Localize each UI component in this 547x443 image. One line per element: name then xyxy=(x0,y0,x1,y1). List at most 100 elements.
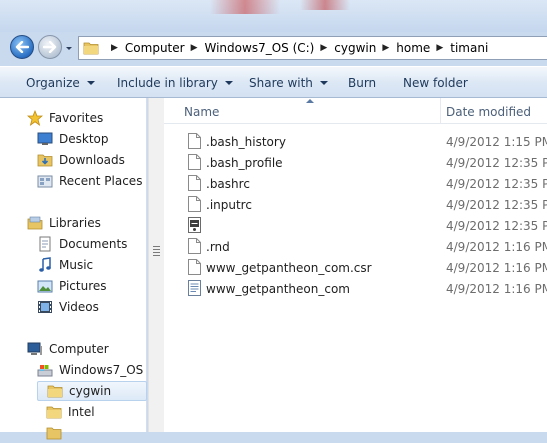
breadcrumb-timani[interactable]: timani xyxy=(450,41,488,55)
include-in-library-label: Include in library xyxy=(117,76,218,90)
pictures-icon xyxy=(37,278,53,294)
sidebar-item-label: Pictures xyxy=(59,279,107,293)
back-button[interactable] xyxy=(10,35,34,59)
sidebar-favorites[interactable]: Favorites xyxy=(27,108,103,128)
new-folder-button[interactable]: New folder xyxy=(403,76,468,90)
music-icon xyxy=(37,257,53,273)
burn-button[interactable]: Burn xyxy=(348,76,376,90)
file-date: 4/9/2012 1:16 PM xyxy=(446,261,547,275)
file-name: .bashrc xyxy=(206,177,250,191)
address-bar[interactable]: ▶ Computer ▶ Windows7_OS (C:) ▶ cygwin ▶… xyxy=(78,36,547,60)
file-date: 4/9/2012 12:35 PM xyxy=(446,177,547,191)
file-date: 4/9/2012 12:35 PM xyxy=(446,198,547,212)
file-name: .bash_profile xyxy=(206,156,283,170)
sidebar-item-recent-places[interactable]: Recent Places xyxy=(37,171,142,191)
sidebar-item-cygwin[interactable]: cygwin xyxy=(37,381,147,401)
computer-icon xyxy=(27,341,43,357)
file-row[interactable]: .bash_profile 4/9/2012 12:35 PM xyxy=(184,152,547,172)
file-icon xyxy=(188,175,201,191)
sidebar-item-pictures[interactable]: Pictures xyxy=(37,276,107,296)
sidebar-item-label: Intel xyxy=(68,405,95,419)
star-icon xyxy=(27,110,43,126)
share-with-label: Share with xyxy=(249,76,313,90)
folder-icon xyxy=(83,42,99,55)
sidebar-item-desktop[interactable]: Desktop xyxy=(37,129,109,149)
file-row[interactable]: .inputrc 4/9/2012 12:35 PM xyxy=(184,194,547,214)
file-row[interactable]: .bash_history 4/9/2012 1:15 PM xyxy=(184,131,547,151)
file-icon xyxy=(188,196,201,212)
column-divider[interactable] xyxy=(440,98,441,124)
forward-button[interactable] xyxy=(38,35,62,59)
file-name: .inputrc xyxy=(206,198,252,212)
chevron-right-icon[interactable]: ▶ xyxy=(111,43,118,53)
navigation-bar: ▶ Computer ▶ Windows7_OS (C:) ▶ cygwin ▶… xyxy=(0,32,547,64)
chevron-right-icon[interactable]: ▶ xyxy=(382,43,389,53)
file-row[interactable]: 4/9/2012 12:35 PM xyxy=(184,215,547,235)
file-date: 4/9/2012 1:16 PM xyxy=(446,282,547,296)
sidebar-item-music[interactable]: Music xyxy=(37,255,93,275)
sidebar-header-favorites: Favorites xyxy=(49,111,104,125)
sidebar-item-label: Music xyxy=(59,258,94,272)
forward-arrow-icon xyxy=(43,41,57,53)
chevron-right-icon[interactable]: ▶ xyxy=(191,43,198,53)
library-icon xyxy=(27,215,43,231)
sidebar-item-documents[interactable]: Documents xyxy=(37,234,127,254)
sidebar-item-label: Documents xyxy=(59,237,128,251)
sidebar-item-downloads[interactable]: Downloads xyxy=(37,150,125,170)
include-in-library-button[interactable]: Include in library xyxy=(117,76,233,90)
navigation-pane-scrollbar[interactable] xyxy=(148,98,164,432)
title-glow xyxy=(210,0,280,14)
title-glow xyxy=(300,0,350,10)
chevron-right-icon[interactable]: ▶ xyxy=(320,43,327,53)
sidebar-item-label: Recent Places xyxy=(59,174,143,188)
file-icon xyxy=(188,238,201,254)
breadcrumb-computer[interactable]: Computer xyxy=(125,41,185,55)
share-with-button[interactable]: Share with xyxy=(249,76,328,90)
chevron-down-icon xyxy=(86,80,95,85)
file-row[interactable]: www_getpantheon_com.csr 4/9/2012 1:16 PM xyxy=(184,257,547,277)
sidebar-item-label: Videos xyxy=(59,300,99,314)
sidebar-header-computer: Computer xyxy=(49,342,109,356)
file-date: 4/9/2012 12:35 PM xyxy=(446,156,547,170)
file-icon xyxy=(188,259,201,275)
sidebar-libraries[interactable]: Libraries xyxy=(27,213,101,233)
file-name: .rnd xyxy=(206,240,230,254)
chevron-down-icon xyxy=(224,80,233,85)
column-header-row: Name Date modified xyxy=(164,98,547,124)
file-row[interactable]: .bashrc 4/9/2012 12:35 PM xyxy=(184,173,547,193)
sidebar-computer[interactable]: Computer xyxy=(27,339,109,359)
sidebar-item-folder-partial[interactable] xyxy=(46,423,68,443)
text-file-icon xyxy=(188,280,201,296)
navigation-pane: Favorites Desktop Downloads Recent Place… xyxy=(0,98,160,440)
sidebar-item-label: Windows7_OS (C xyxy=(59,363,161,377)
file-row[interactable]: .rnd 4/9/2012 1:16 PM xyxy=(184,236,547,256)
videos-icon xyxy=(37,299,53,315)
breadcrumb-windows7-os[interactable]: Windows7_OS (C:) xyxy=(205,41,315,55)
file-name: www_getpantheon_com xyxy=(206,282,350,296)
sidebar-item-label: Downloads xyxy=(59,153,125,167)
folder-icon xyxy=(47,383,63,399)
sort-ascending-icon xyxy=(306,99,314,103)
window-title-bar xyxy=(0,0,547,32)
sidebar-item-windows7-os[interactable]: Windows7_OS (C xyxy=(37,360,160,380)
column-header-date-modified[interactable]: Date modified xyxy=(446,105,531,119)
sidebar-item-videos[interactable]: Videos xyxy=(37,297,99,317)
file-name: .bash_history xyxy=(206,135,286,149)
drive-icon xyxy=(37,362,53,378)
command-bar: Organize Include in library Share with B… xyxy=(0,66,547,98)
file-icon xyxy=(188,133,201,149)
scrollbar-grip[interactable] xyxy=(153,246,160,258)
chevron-right-icon[interactable]: ▶ xyxy=(436,43,443,53)
file-icon xyxy=(188,154,201,170)
organize-label: Organize xyxy=(26,76,80,90)
downloads-folder-icon xyxy=(37,152,53,168)
organize-button[interactable]: Organize xyxy=(26,76,95,90)
file-row[interactable]: www_getpantheon_com 4/9/2012 1:16 PM xyxy=(184,278,547,298)
folder-icon xyxy=(46,425,62,441)
column-header-name[interactable]: Name xyxy=(184,105,219,119)
sidebar-item-intel[interactable]: Intel xyxy=(46,402,95,422)
file-list: Name Date modified .bash_history 4/9/201… xyxy=(164,98,547,432)
breadcrumb-home[interactable]: home xyxy=(396,41,430,55)
recent-pages-dropdown-icon[interactable] xyxy=(64,44,74,54)
breadcrumb-cygwin[interactable]: cygwin xyxy=(334,41,376,55)
